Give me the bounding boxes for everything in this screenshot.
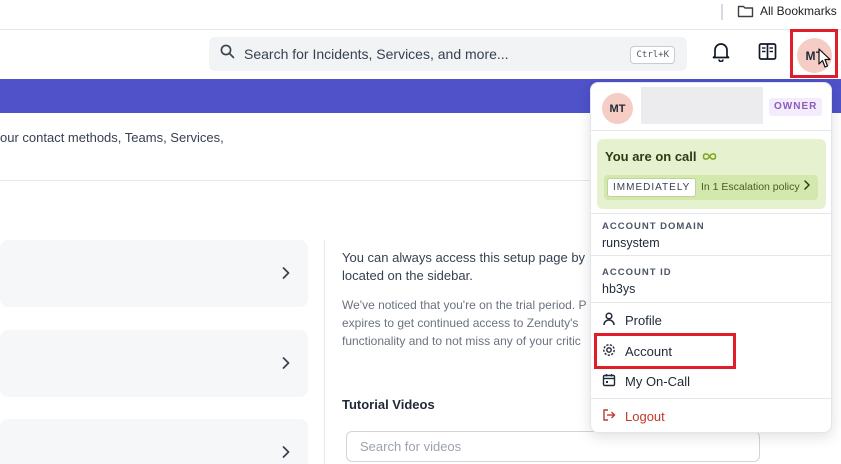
docs-icon — [758, 42, 777, 66]
user-menu-dropdown: MT OWNER You are on call IMMEDIATELY In … — [590, 82, 832, 433]
account-domain-value: runsystem — [602, 236, 660, 250]
bookmarks-divider — [721, 4, 723, 20]
setup-card[interactable] — [0, 240, 308, 307]
oncall-status: You are on call — [605, 149, 717, 164]
menu-divider — [591, 302, 831, 303]
role-badge: OWNER — [769, 98, 823, 116]
search-icon — [220, 44, 235, 64]
intro-text: our contact methods, Teams, Services, — [0, 130, 224, 145]
account-id-value: hb3ys — [602, 282, 636, 296]
column-divider — [324, 240, 325, 464]
folder-icon — [737, 4, 754, 18]
all-bookmarks-label: All Bookmarks — [760, 4, 837, 18]
menu-item-label: Profile — [625, 312, 662, 328]
infinity-icon — [702, 149, 717, 164]
menu-item-logout[interactable]: Logout — [602, 406, 665, 426]
oncall-status-text: You are on call — [605, 149, 697, 164]
search-placeholder: Search for Incidents, Services, and more… — [244, 46, 509, 62]
top-header: Search for Incidents, Services, and more… — [0, 31, 841, 79]
video-search-input[interactable]: Search for videos — [346, 431, 760, 462]
menu-item-label: Logout — [625, 408, 665, 424]
bookmarks-bar: All Bookmarks — [0, 0, 841, 30]
global-search-input[interactable]: Search for Incidents, Services, and more… — [209, 37, 687, 71]
calendar-icon — [602, 373, 616, 390]
search-shortcut-hint: Ctrl+K — [630, 46, 675, 64]
menu-divider — [591, 398, 831, 399]
chevron-right-icon — [282, 266, 290, 284]
user-name-redacted — [641, 87, 763, 124]
menu-item-label: My On-Call — [625, 373, 691, 389]
setup-card[interactable] — [0, 330, 308, 397]
bell-icon — [711, 41, 731, 67]
escalation-link[interactable]: IMMEDIATELY In 1 Escalation policy — [604, 175, 818, 200]
chevron-right-icon — [282, 356, 290, 374]
menu-divider — [591, 213, 831, 214]
avatar: MT — [602, 93, 633, 124]
docs-button[interactable] — [756, 43, 778, 65]
account-id-label: ACCOUNT ID — [602, 267, 672, 278]
chevron-right-icon — [282, 445, 290, 463]
tutorial-videos-title: Tutorial Videos — [342, 397, 435, 412]
all-bookmarks-button[interactable]: All Bookmarks — [737, 2, 837, 20]
menu-item-profile[interactable]: Profile — [602, 310, 662, 330]
menu-divider — [591, 255, 831, 256]
escalation-text: In 1 Escalation policy — [701, 180, 800, 193]
menu-item-my-oncall[interactable]: My On-Call — [602, 371, 690, 391]
account-domain-label: ACCOUNT DOMAIN — [602, 221, 705, 232]
notifications-button[interactable] — [710, 43, 732, 65]
chevron-right-icon — [803, 180, 810, 193]
person-icon — [602, 311, 616, 329]
mouse-cursor-icon — [818, 48, 832, 74]
setup-card[interactable] — [0, 419, 308, 464]
urgency-badge: IMMEDIATELY — [607, 178, 697, 197]
trial-info-text: We've noticed that you're on the trial p… — [342, 298, 587, 348]
escalation-policy: In 1 Escalation policy — [701, 180, 810, 193]
oncall-status-card: You are on call IMMEDIATELY In 1 Escalat… — [597, 139, 826, 209]
account-highlight-box — [594, 333, 736, 369]
setup-info-text: You can always access this setup page by… — [342, 250, 586, 283]
logout-icon — [602, 408, 616, 425]
menu-divider — [591, 130, 831, 131]
section-divider — [0, 180, 600, 181]
